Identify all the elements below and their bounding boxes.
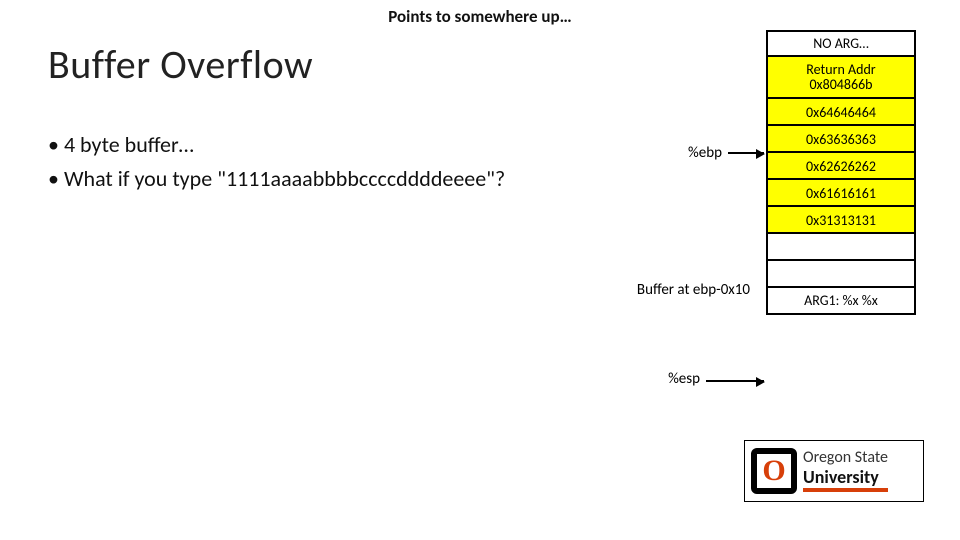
stack-cell-empty <box>766 261 916 288</box>
osu-logo-text: Oregon State University <box>803 450 888 492</box>
esp-arrow <box>706 380 764 382</box>
stack-cell-hex: 0x61616161 <box>766 180 916 207</box>
osu-logo-line2: University <box>803 468 888 492</box>
stack-cell-hex: 0x63636363 <box>766 126 916 153</box>
esp-label: %esp <box>668 370 700 388</box>
bullet-list: 4 byte buffer… What if you type "1111aaa… <box>48 128 505 196</box>
buffer-label: Buffer at ebp-0x10 <box>637 281 750 299</box>
top-note: Points to somewhere up… <box>0 6 960 27</box>
bullet-item: 4 byte buffer… <box>48 128 505 162</box>
page-title: Buffer Overflow <box>48 40 313 89</box>
osu-logo-line1: Oregon State <box>803 450 888 466</box>
stack-cell-arg1: ARG1: %x %x <box>766 288 916 315</box>
stack-cell-hex: 0x31313131 <box>766 207 916 234</box>
stack-diagram: NO ARG… Return Addr 0x804866b 0x64646464… <box>766 30 916 315</box>
ebp-label: %ebp <box>688 144 722 162</box>
stack-cell-hex: 0x62626262 <box>766 153 916 180</box>
stack-cell-empty <box>766 234 916 261</box>
stack-cell-text: 0x804866b <box>809 77 872 92</box>
stack-cell-hex: 0x64646464 <box>766 99 916 126</box>
osu-logo-o-icon: O <box>751 448 797 494</box>
ebp-arrow <box>728 152 764 154</box>
stack-cell-retaddr: Return Addr 0x804866b <box>766 57 916 99</box>
osu-logo: O Oregon State University <box>744 440 924 502</box>
stack-cell-text: Return Addr <box>806 62 875 77</box>
bullet-item: What if you type "1111aaaabbbbccccddddee… <box>48 162 505 196</box>
stack-cell-noarg: NO ARG… <box>766 30 916 57</box>
